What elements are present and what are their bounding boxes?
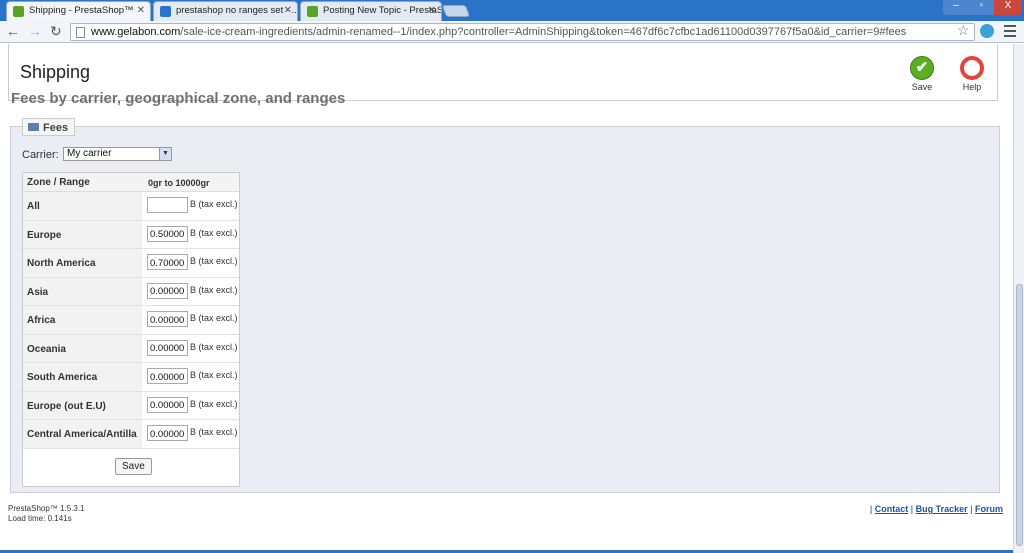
weight-range-header: 0gr to 10000gr bbox=[148, 178, 210, 188]
fee-input[interactable] bbox=[147, 197, 188, 213]
fee-input[interactable] bbox=[147, 396, 188, 413]
toolbar-save-button[interactable]: ✔ Save bbox=[902, 56, 942, 92]
prestashop-favicon-icon bbox=[307, 6, 318, 17]
carrier-selected-value: My carrier bbox=[67, 148, 112, 159]
save-fees-button[interactable]: Save bbox=[115, 457, 152, 475]
browser-tab-google-search[interactable]: prestashop no ranges set - ... ✕ bbox=[153, 1, 298, 21]
lifebuoy-help-icon bbox=[960, 56, 984, 80]
fee-input[interactable] bbox=[147, 425, 188, 441]
zone-range-header: Zone / Range bbox=[27, 177, 90, 188]
carrier-select[interactable]: My carrier ▼ bbox=[63, 147, 172, 161]
table-row: Central America/Antilla B (tax excl.) bbox=[23, 420, 239, 449]
chevron-down-icon[interactable]: ▼ bbox=[159, 148, 171, 160]
close-window-button[interactable]: X bbox=[994, 0, 1022, 15]
section-heading: Fees by carrier, geographical zone, and … bbox=[11, 90, 346, 107]
table-row: North America B (tax excl.) bbox=[23, 249, 239, 278]
zone-name: Europe bbox=[23, 220, 142, 248]
zone-name: North America bbox=[23, 249, 142, 277]
help-label: Help bbox=[962, 82, 982, 92]
tab-label: prestashop no ranges set - ... bbox=[176, 5, 298, 16]
table-row: South America B (tax excl.) bbox=[23, 363, 239, 392]
zone-name: South America bbox=[23, 363, 142, 391]
bookmark-star-icon[interactable]: ☆ bbox=[957, 22, 970, 39]
fee-unit: B (tax excl.) bbox=[190, 284, 238, 295]
forward-arrow-icon[interactable]: → bbox=[28, 23, 42, 39]
fees-table: Zone / Range 0gr to 10000gr All B (tax ex… bbox=[22, 172, 240, 487]
toolbar-help-button[interactable]: Help bbox=[952, 56, 992, 92]
load-time: Load time: 0.141s bbox=[8, 514, 72, 523]
forum-link[interactable]: Forum bbox=[975, 504, 1003, 514]
table-row: Europe B (tax excl.) bbox=[23, 220, 239, 249]
close-tab-icon[interactable]: ✕ bbox=[284, 5, 292, 16]
address-bar[interactable]: www.gelabon.com/sale-ice-cream-ingredien… bbox=[70, 23, 975, 41]
browser-menu-icon[interactable] bbox=[1004, 25, 1016, 37]
table-row: Asia B (tax excl.) bbox=[23, 277, 239, 306]
carrier-label: Carrier: bbox=[22, 149, 59, 161]
new-tab-button[interactable] bbox=[441, 5, 471, 17]
url-path: /sale-ice-cream-ingredients/admin-rename… bbox=[180, 26, 907, 38]
fee-unit: B (tax excl.) bbox=[190, 199, 238, 209]
fee-input[interactable] bbox=[147, 368, 188, 384]
browser-tab-posting-topic[interactable]: Posting New Topic - PrestaSh ✕ bbox=[300, 1, 442, 21]
zone-name: Asia bbox=[23, 277, 142, 305]
back-arrow-icon[interactable]: ← bbox=[6, 23, 20, 39]
vertical-scrollbar[interactable] bbox=[1013, 44, 1024, 553]
link-separator: | bbox=[869, 504, 873, 514]
zone-name: Africa bbox=[23, 306, 142, 334]
table-row: Oceania B (tax excl.) bbox=[23, 334, 239, 363]
fees-fieldset: Fees Carrier: My carrier ▼ Zone / Range … bbox=[10, 118, 1000, 493]
table-row: All B (tax excl.) bbox=[23, 192, 239, 221]
page-title: Shipping bbox=[20, 62, 91, 82]
fee-unit: B (tax excl.) bbox=[190, 256, 238, 266]
fee-unit: B (tax excl.) bbox=[190, 427, 238, 437]
footer-links: | Contact | Bug Tracker | Forum bbox=[870, 504, 1003, 514]
fees-legend: Fees bbox=[22, 118, 76, 136]
checkmark-icon: ✔ bbox=[910, 56, 934, 80]
fee-input[interactable] bbox=[147, 225, 188, 242]
fee-input[interactable] bbox=[147, 282, 188, 299]
zone-name: Oceania bbox=[23, 334, 142, 362]
zone-name: Europe (out E.U) bbox=[23, 391, 142, 419]
prestashop-favicon-icon bbox=[13, 6, 24, 17]
fees-table-header: Zone / Range 0gr to 10000gr bbox=[23, 173, 239, 192]
fee-unit: B (tax excl.) bbox=[190, 227, 238, 238]
maximize-window-button[interactable]: ▫ bbox=[969, 0, 994, 15]
browser-tab-bar: Shipping - PrestaShop™ ✕ prestashop no r… bbox=[0, 0, 1024, 21]
page-viewport: Shipping ✔ Save Help Fees by carrier, ge… bbox=[0, 44, 1013, 553]
url-host: www.gelabon.com bbox=[91, 26, 181, 38]
bug-tracker-link[interactable]: Bug Tracker bbox=[916, 504, 968, 514]
fee-unit: B (tax excl.) bbox=[190, 313, 238, 323]
footer-info: PrestaShop™ 1.5.3.1 Load time: 0.141s bbox=[8, 504, 85, 524]
contact-link[interactable]: Contact bbox=[875, 504, 909, 514]
browser-tab-shipping[interactable]: Shipping - PrestaShop™ ✕ bbox=[6, 1, 151, 21]
close-tab-icon[interactable]: ✕ bbox=[428, 5, 436, 16]
reload-icon[interactable]: ↻ bbox=[50, 23, 62, 40]
zone-name: All bbox=[23, 192, 142, 220]
link-separator: | bbox=[970, 504, 973, 514]
fee-unit: B (tax excl.) bbox=[190, 370, 238, 380]
fee-input[interactable] bbox=[147, 311, 188, 327]
minimize-window-button[interactable]: – bbox=[943, 0, 969, 15]
prestashop-version: PrestaShop™ 1.5.3.1 bbox=[8, 504, 85, 513]
table-row: Europe (out E.U) B (tax excl.) bbox=[23, 391, 239, 420]
fee-input[interactable] bbox=[147, 339, 188, 356]
save-label: Save bbox=[911, 82, 933, 92]
scrollbar-thumb[interactable] bbox=[1016, 284, 1023, 546]
fees-save-row: Save bbox=[23, 449, 239, 486]
fee-unit: B (tax excl.) bbox=[190, 341, 238, 352]
fee-unit: B (tax excl.) bbox=[190, 398, 238, 409]
browser-toolbar: ← → ↻ www.gelabon.com/sale-ice-cream-ing… bbox=[0, 21, 1024, 43]
legend-label: Fees bbox=[43, 122, 69, 134]
page-icon bbox=[76, 27, 85, 38]
truck-icon bbox=[28, 123, 39, 131]
zone-name: Central America/Antilla bbox=[23, 420, 142, 448]
tab-label: Posting New Topic - PrestaSh bbox=[323, 5, 442, 16]
fee-input[interactable] bbox=[147, 254, 188, 270]
tab-label: Shipping - PrestaShop™ bbox=[29, 5, 134, 16]
table-row: Africa B (tax excl.) bbox=[23, 306, 239, 335]
google-favicon-icon bbox=[160, 6, 171, 17]
link-separator: | bbox=[910, 504, 914, 514]
extension-icon[interactable] bbox=[980, 24, 994, 38]
close-tab-icon[interactable]: ✕ bbox=[137, 5, 145, 16]
